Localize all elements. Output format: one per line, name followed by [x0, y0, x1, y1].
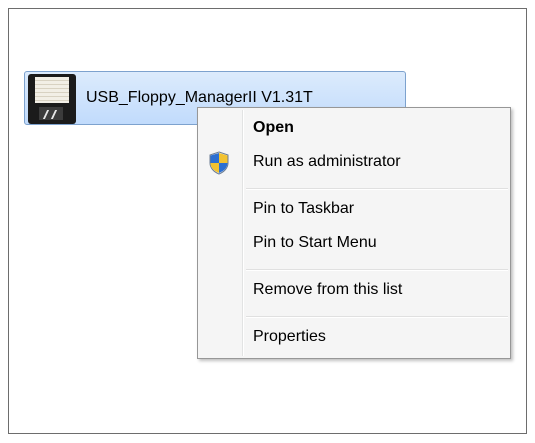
menu-item-label: Run as administrator	[253, 153, 401, 170]
menu-item-label: Pin to Taskbar	[253, 200, 355, 217]
menu-item-run-as-administrator[interactable]: Run as administrator	[200, 147, 508, 177]
menu-separator	[246, 188, 508, 190]
context-menu: Open Run as administrator Pin to Taskbar…	[197, 107, 511, 359]
uac-shield-icon	[209, 151, 229, 175]
menu-item-pin-to-taskbar[interactable]: Pin to Taskbar	[200, 194, 508, 224]
menu-item-remove-from-list[interactable]: Remove from this list	[200, 275, 508, 305]
menu-item-pin-to-start-menu[interactable]: Pin to Start Menu	[200, 228, 508, 258]
menu-item-label: Open	[253, 119, 294, 136]
menu-separator	[246, 316, 508, 318]
menu-item-label: Properties	[253, 328, 326, 345]
floppy-disk-icon	[28, 74, 76, 124]
menu-item-open[interactable]: Open	[200, 113, 508, 143]
menu-item-label: Pin to Start Menu	[253, 234, 377, 251]
menu-separator	[246, 269, 508, 271]
menu-item-label: Remove from this list	[253, 281, 403, 298]
menu-item-properties[interactable]: Properties	[200, 322, 508, 352]
shortcut-label: USB_Floppy_ManagerII V1.31T	[86, 89, 313, 106]
